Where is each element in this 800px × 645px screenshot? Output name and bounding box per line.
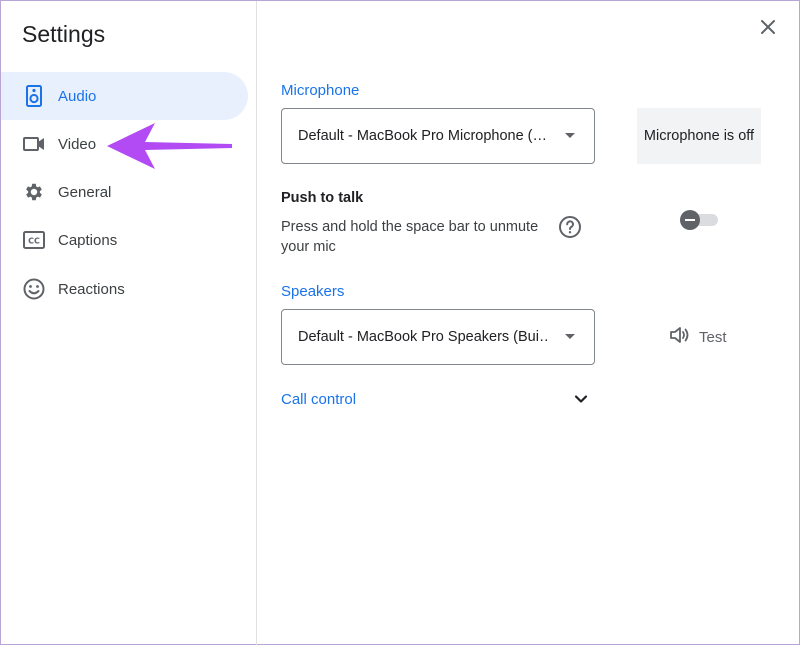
push-to-talk-title: Push to talk [281,190,364,206]
caret-down-icon [565,133,575,138]
sidebar-item-label: General [58,183,112,201]
microphone-status: Microphone is off [637,108,761,164]
volume-icon [669,325,691,350]
microphone-select[interactable]: Default - MacBook Pro Microphone (… [281,108,595,164]
test-label: Test [699,328,727,346]
sidebar-item-audio[interactable]: Audio [1,72,248,120]
sidebar-item-label: Captions [58,231,118,249]
sidebar-item-label: Reactions [58,280,125,298]
caret-down-icon [565,334,575,339]
speakers-selected-value: Default - MacBook Pro Speakers (Bui… [298,329,548,345]
sidebar-item-general[interactable]: General [1,168,248,216]
sidebar-item-captions[interactable]: CC Captions [1,216,248,264]
settings-sidebar: Settings Audio Video General CC Captions… [1,1,257,645]
dialog-title: Settings [22,21,106,47]
help-icon[interactable] [558,215,582,239]
call-control-expander[interactable]: Call control [281,389,595,411]
push-to-talk-description: Press and hold the space bar to unmute y… [281,219,539,255]
push-to-talk-toggle[interactable] [680,210,718,230]
microphone-selected-value: Default - MacBook Pro Microphone (… [298,128,548,144]
svg-text:CC: CC [28,237,40,246]
call-control-label: Call control [281,391,357,408]
video-camera-icon [23,133,45,155]
annotation-arrow-icon [107,123,232,169]
speakers-label: Speakers [281,283,345,300]
speakers-select[interactable]: Default - MacBook Pro Speakers (Bui… [281,309,595,365]
sidebar-item-label: Audio [58,87,97,105]
close-icon [760,19,776,40]
chevron-down-icon [571,389,591,409]
smiley-icon [23,278,45,300]
gear-icon [23,181,45,203]
speaker-icon [23,85,45,107]
microphone-label: Microphone [281,82,360,99]
close-button[interactable] [755,16,781,42]
test-speakers-button[interactable]: Test [669,325,727,349]
sidebar-item-reactions[interactable]: Reactions [1,265,248,313]
settings-dialog: Settings Audio Video General CC Captions… [0,0,800,645]
toggle-knob [680,210,700,230]
closed-captions-icon: CC [23,229,45,251]
sidebar-item-label: Video [58,135,97,153]
